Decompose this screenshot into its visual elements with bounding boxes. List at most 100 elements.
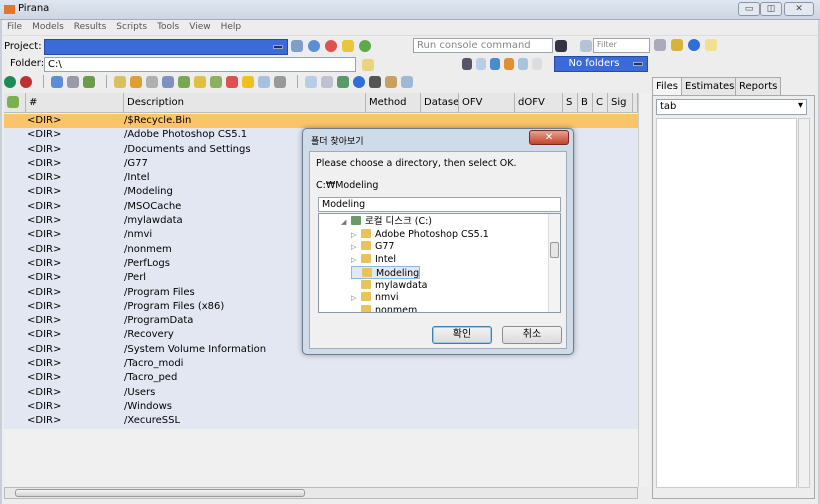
menu-results[interactable]: Results bbox=[69, 20, 112, 34]
text-icon[interactable] bbox=[385, 75, 397, 88]
file-list[interactable] bbox=[656, 118, 797, 488]
column-header-c[interactable]: C bbox=[593, 93, 608, 113]
notebook-icon[interactable] bbox=[194, 75, 206, 88]
table-row[interactable]: <DIR> /$Recycle.Bin bbox=[4, 114, 638, 129]
file-type-select[interactable]: tab ▾ bbox=[656, 99, 807, 115]
duplicate-icon[interactable] bbox=[210, 75, 222, 88]
globe-icon[interactable] bbox=[353, 75, 365, 88]
notes-icon[interactable] bbox=[83, 75, 95, 88]
menu-scripts[interactable]: Scripts bbox=[111, 20, 152, 34]
report-icon[interactable] bbox=[337, 75, 349, 88]
folder-input[interactable]: C:\ bbox=[44, 57, 356, 72]
delete-icon[interactable] bbox=[325, 40, 337, 52]
cancel-button[interactable]: 취소 bbox=[502, 326, 562, 344]
folder-name-input[interactable]: Modeling bbox=[318, 197, 561, 212]
briefcase-icon[interactable] bbox=[504, 58, 514, 70]
ok-button[interactable]: 확인 bbox=[432, 326, 492, 344]
filter-input[interactable]: Filter bbox=[593, 38, 650, 53]
console-icon[interactable] bbox=[555, 40, 567, 52]
star-icon[interactable] bbox=[242, 75, 254, 88]
column-header-number[interactable]: # bbox=[26, 93, 124, 113]
tree-scrollbar-thumb[interactable] bbox=[550, 242, 559, 258]
nonmem-icon[interactable] bbox=[4, 75, 16, 88]
row-id: <DIR> bbox=[27, 215, 62, 227]
tree-item[interactable]: ▷ nmvi bbox=[351, 291, 399, 304]
column-header-method[interactable]: Method bbox=[366, 93, 421, 113]
console-command-input[interactable]: Run console command bbox=[413, 38, 553, 53]
tab-estimates[interactable]: Estimates bbox=[681, 77, 739, 95]
tab-files[interactable]: Files bbox=[652, 77, 682, 95]
layout-icon[interactable] bbox=[476, 58, 486, 70]
table-icon[interactable] bbox=[305, 75, 317, 88]
tree-item[interactable]: ▷ Adobe Photoshop CS5.1 bbox=[351, 228, 489, 241]
menu-view[interactable]: View bbox=[184, 20, 215, 34]
column-header-ofv[interactable]: OFV bbox=[459, 93, 515, 113]
column-header-sig[interactable]: Sig bbox=[608, 93, 633, 113]
save-icon[interactable] bbox=[291, 40, 303, 52]
column-header-s[interactable]: S bbox=[563, 93, 578, 113]
menu-tools[interactable]: Tools bbox=[152, 20, 184, 34]
tree-item[interactable]: nonmem bbox=[351, 304, 417, 312]
menu-file[interactable]: File bbox=[2, 20, 27, 34]
tree-item[interactable]: Modeling bbox=[351, 265, 421, 279]
horizontal-scrollbar[interactable] bbox=[4, 487, 638, 499]
pencil-icon[interactable] bbox=[130, 75, 142, 88]
vertical-scrollbar[interactable] bbox=[638, 93, 650, 487]
tree-expander-icon[interactable]: ◢ bbox=[341, 216, 351, 229]
calculator-icon[interactable] bbox=[654, 39, 666, 51]
grid-icon[interactable] bbox=[67, 75, 79, 88]
table-row[interactable]: <DIR> /Windows bbox=[4, 399, 638, 415]
menu-help[interactable]: Help bbox=[216, 20, 247, 34]
column-header-dataset[interactable]: Dataset bbox=[421, 93, 459, 113]
menu-models[interactable]: Models bbox=[27, 20, 69, 34]
phone-icon[interactable] bbox=[490, 58, 500, 70]
document-icon[interactable] bbox=[258, 75, 270, 88]
excel-icon[interactable] bbox=[369, 75, 381, 88]
tree-item[interactable]: mylawdata bbox=[351, 279, 428, 292]
table-row[interactable]: <DIR> /XecureSSL bbox=[4, 414, 638, 429]
column-header-description[interactable]: Description bbox=[124, 93, 366, 113]
chart-icon[interactable] bbox=[321, 75, 333, 88]
info-icon[interactable] bbox=[308, 40, 320, 52]
tab-reports[interactable]: Reports bbox=[735, 77, 782, 95]
column-header-b[interactable]: B bbox=[578, 93, 593, 113]
column-options-icon[interactable] bbox=[4, 93, 26, 113]
binoculars-icon[interactable] bbox=[462, 58, 472, 70]
table-row[interactable]: <DIR> /Tacro_modi bbox=[4, 357, 638, 372]
stop-icon[interactable] bbox=[20, 75, 32, 88]
close-button[interactable]: ✕ bbox=[784, 2, 814, 16]
maximize-button[interactable]: ◫ bbox=[760, 2, 782, 16]
menu-bar: File Models Results Scripts Tools View Help bbox=[2, 20, 818, 36]
users-icon[interactable] bbox=[671, 39, 683, 51]
tree-item[interactable]: ▷ G77 bbox=[351, 240, 394, 253]
edit-icon[interactable] bbox=[114, 75, 126, 88]
settings-icon[interactable] bbox=[274, 75, 286, 88]
search-icon[interactable] bbox=[342, 40, 354, 52]
table-row[interactable]: <DIR> /Users bbox=[4, 385, 638, 400]
scrollbar-thumb[interactable] bbox=[15, 489, 305, 497]
run-cluster-icon[interactable] bbox=[162, 75, 174, 88]
cloud-icon[interactable] bbox=[532, 58, 542, 70]
refresh-icon[interactable] bbox=[359, 40, 371, 52]
info-icon[interactable] bbox=[51, 75, 63, 88]
dialog-close-button[interactable]: ✕ bbox=[529, 130, 569, 145]
project-select[interactable] bbox=[44, 39, 288, 55]
run-icon[interactable] bbox=[146, 75, 158, 88]
network-icon[interactable] bbox=[518, 58, 528, 70]
window-icon[interactable] bbox=[401, 75, 413, 88]
tree-scrollbar[interactable] bbox=[548, 214, 560, 312]
delete-icon[interactable] bbox=[226, 75, 238, 88]
title-bar: Pirana ▭ ◫ ✕ bbox=[0, 0, 820, 20]
row-description: /Program Files bbox=[124, 286, 195, 298]
column-header-dofv[interactable]: dOFV bbox=[515, 93, 563, 113]
open-folder-icon[interactable] bbox=[362, 59, 374, 71]
help-icon[interactable] bbox=[688, 39, 700, 51]
copy-icon[interactable] bbox=[178, 75, 190, 88]
tree-item[interactable]: ◢ 로컬 디스크 (C:) bbox=[341, 215, 432, 228]
tree-item[interactable]: ▷ Intel bbox=[351, 253, 396, 266]
file-list-scrollbar[interactable] bbox=[798, 118, 810, 488]
minimize-button[interactable]: ▭ bbox=[738, 2, 760, 16]
table-row[interactable]: <DIR> /Tacro_ped bbox=[4, 371, 638, 386]
notes-icon[interactable] bbox=[705, 39, 717, 51]
folders-select[interactable]: No folders bbox=[554, 56, 648, 72]
